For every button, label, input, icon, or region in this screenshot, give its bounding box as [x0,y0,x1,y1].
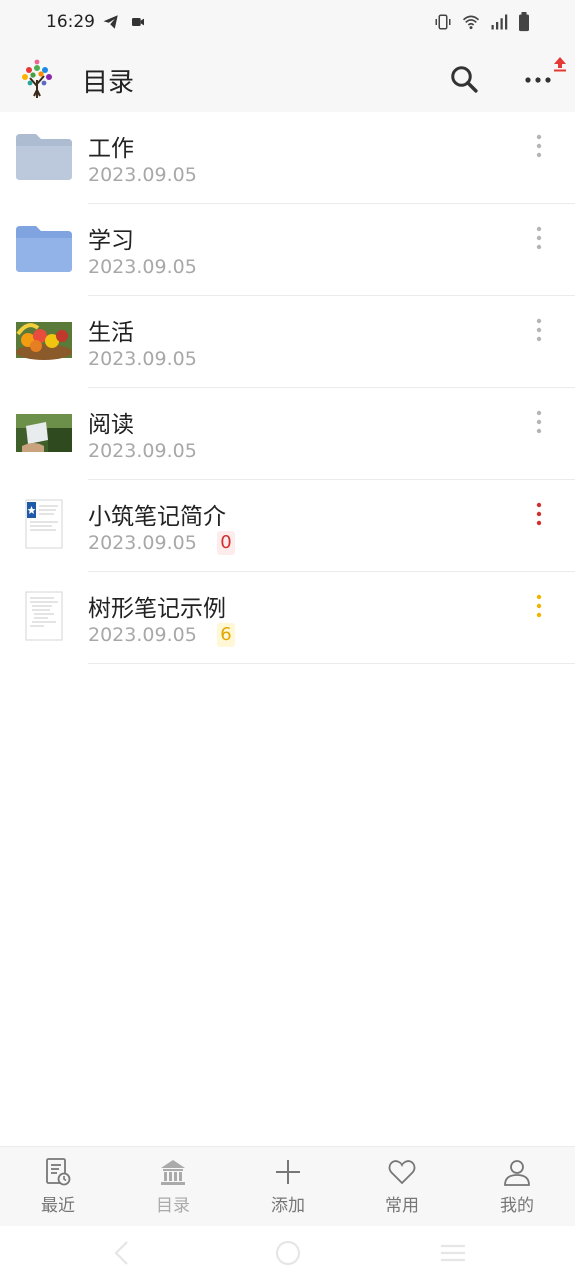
list-item[interactable]: 阅读 2023.09.05 [0,388,575,480]
document-icon [25,591,63,641]
battery-icon [519,12,529,32]
list-item[interactable]: 学习 2023.09.05 [0,204,575,296]
folder-icon [16,134,72,180]
list-item[interactable]: 树形笔记示例 2023.09.05 6 [0,572,575,664]
item-name: 学习 [88,228,134,254]
more-dots-icon[interactable] [524,66,552,94]
tab-directory[interactable]: 目录 [133,1157,213,1223]
vibrate-icon [435,14,451,30]
person-icon [504,1160,530,1186]
fruit-basket-image [16,322,72,360]
recent-doc-icon [46,1158,71,1186]
tab-recent[interactable]: 最近 [18,1157,98,1223]
tab-label: 常用 [385,1196,419,1216]
folder-icon [16,226,72,272]
menu-icon[interactable] [438,1238,468,1268]
signal-icon [491,14,508,30]
status-time: 16:29 [46,12,95,32]
tab-label: 我的 [500,1196,534,1216]
item-name: 阅读 [88,412,134,438]
status-bar: 16:29 [0,0,575,48]
tab-label: 目录 [156,1196,190,1216]
bottom-tab-bar: 最近 目录 添加 常用 我的 [0,1146,575,1226]
tab-add[interactable]: 添加 [248,1157,328,1223]
tree-logo-icon [22,59,52,98]
item-name: 工作 [88,136,134,162]
item-name: 小筑笔记简介 [88,504,226,530]
item-menu-icon[interactable] [527,500,551,528]
list-item[interactable]: 小筑笔记简介 2023.09.05 0 [0,480,575,572]
list-item[interactable]: 生活 2023.09.05 [0,296,575,388]
system-nav-bar [0,1226,575,1280]
page-title: 目录 [82,68,135,98]
item-name: 树形笔记示例 [88,596,226,622]
note-count-badge: 0 [217,531,235,555]
item-date: 2023.09.05 [88,164,197,186]
tab-label: 添加 [271,1196,305,1216]
plus-icon [276,1160,300,1184]
wifi-icon [462,15,480,30]
note-count-badge: 6 [217,623,235,647]
item-menu-icon[interactable] [527,408,551,436]
tab-favorites[interactable]: 常用 [362,1157,442,1223]
item-date: 2023.09.05 [88,256,197,278]
item-date: 2023.09.05 [88,348,197,370]
tab-label: 最近 [41,1196,75,1216]
list-item[interactable]: 工作 2023.09.05 [0,112,575,204]
directory-list: 工作 2023.09.05 学习 2023.09.05 生活 2023.09.0… [0,112,575,664]
video-icon [132,18,144,26]
reading-image [16,414,72,452]
bank-icon [161,1160,185,1185]
item-menu-icon[interactable] [527,592,551,620]
back-icon[interactable] [107,1238,137,1268]
item-menu-icon[interactable] [527,224,551,252]
app-bar: 目录 [0,48,575,112]
item-date: 2023.09.05 [88,624,197,646]
upload-arrow-icon [554,57,566,72]
telegram-icon [103,15,118,29]
item-date: 2023.09.05 [88,440,197,462]
document-bookmark-icon [25,499,63,549]
item-menu-icon[interactable] [527,132,551,160]
search-icon[interactable] [449,64,479,94]
item-menu-icon[interactable] [527,316,551,344]
divider [88,663,575,664]
item-name: 生活 [88,320,134,346]
item-date: 2023.09.05 [88,532,197,554]
heart-icon [388,1160,416,1185]
home-icon[interactable] [273,1238,303,1268]
tab-mine[interactable]: 我的 [477,1157,557,1223]
